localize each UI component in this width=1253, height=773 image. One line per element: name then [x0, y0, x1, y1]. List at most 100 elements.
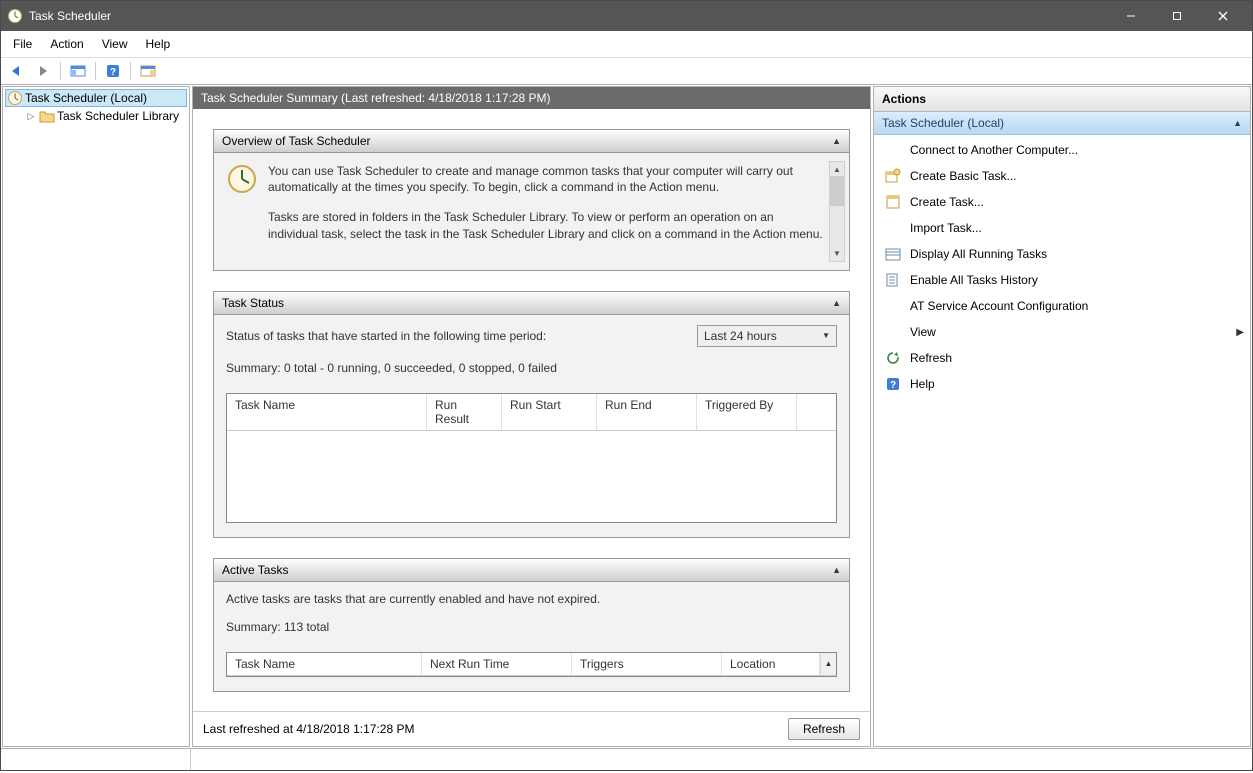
close-button[interactable] [1200, 1, 1246, 31]
folder-icon [39, 108, 55, 124]
menu-file[interactable]: File [5, 35, 40, 53]
menu-view[interactable]: View [94, 35, 136, 53]
status-segment [1, 749, 191, 770]
window-titlebar: Task Scheduler [1, 1, 1252, 31]
action-label: Enable All Tasks History [910, 273, 1038, 287]
help-button[interactable]: ? [101, 60, 125, 82]
active-tasks-prompt: Active tasks are tasks that are currentl… [226, 592, 837, 606]
active-tasks-panel: Active Tasks ▲ Active tasks are tasks th… [213, 558, 850, 692]
col-triggered-by[interactable]: Triggered By [697, 394, 797, 430]
time-period-value: Last 24 hours [704, 329, 777, 343]
overview-panel-header[interactable]: Overview of Task Scheduler ▲ [214, 130, 849, 153]
tree-child-node[interactable]: ▷ Task Scheduler Library [23, 107, 187, 125]
clock-icon [226, 163, 258, 256]
action-refresh[interactable]: Refresh [874, 345, 1250, 371]
summary-pane: Task Scheduler Summary (Last refreshed: … [192, 86, 871, 747]
action-help[interactable]: ? Help [874, 371, 1250, 397]
action-label: Connect to Another Computer... [910, 143, 1078, 157]
summary-footer: Last refreshed at 4/18/2018 1:17:28 PM R… [193, 711, 870, 746]
action-label: Display All Running Tasks [910, 247, 1047, 261]
clock-icon [7, 90, 23, 106]
col-triggers[interactable]: Triggers [572, 653, 722, 675]
svg-text:?: ? [110, 67, 116, 78]
scroll-down-icon[interactable]: ▼ [830, 247, 844, 261]
action-label: View [910, 325, 936, 339]
action-label: Help [910, 377, 935, 391]
col-next-run-time[interactable]: Next Run Time [422, 653, 572, 675]
task-status-header[interactable]: Task Status ▲ [214, 292, 849, 315]
task-status-grid[interactable]: Task Name Run Result Run Start Run End T… [226, 393, 837, 523]
overview-panel: Overview of Task Scheduler ▲ You can use… [213, 129, 850, 271]
col-run-start[interactable]: Run Start [502, 394, 597, 430]
action-label: Import Task... [910, 221, 982, 235]
actions-group-header[interactable]: Task Scheduler (Local) ▲ [874, 112, 1250, 135]
menu-action[interactable]: Action [42, 35, 91, 53]
maximize-button[interactable] [1154, 1, 1200, 31]
create-basic-task-icon [884, 167, 902, 185]
action-view[interactable]: • View ▶ [874, 319, 1250, 345]
app-icon [7, 8, 23, 24]
active-tasks-summary: Summary: 113 total [226, 620, 837, 634]
action-import-task[interactable]: • Import Task... [874, 215, 1250, 241]
tree-child-label: Task Scheduler Library [57, 109, 179, 123]
scroll-up-icon[interactable]: ▲ [830, 162, 844, 176]
overview-scrollbar[interactable]: ▲ ▼ [829, 161, 845, 262]
action-label: Create Task... [910, 195, 984, 209]
window-title: Task Scheduler [29, 9, 1108, 23]
task-status-panel: Task Status ▲ Status of tasks that have … [213, 291, 850, 538]
col-run-end[interactable]: Run End [597, 394, 697, 430]
show-hide-action-pane-button[interactable] [136, 60, 160, 82]
task-status-summary: Summary: 0 total - 0 running, 0 succeede… [226, 361, 837, 375]
summary-header: Task Scheduler Summary (Last refreshed: … [193, 87, 870, 109]
action-create-basic-task[interactable]: Create Basic Task... [874, 163, 1250, 189]
toolbar-separator [95, 62, 96, 80]
back-button[interactable] [5, 60, 29, 82]
submenu-arrow-icon: ▶ [1236, 327, 1244, 338]
task-status-prompt: Status of tasks that have started in the… [226, 329, 546, 343]
col-location[interactable]: Location [722, 653, 820, 675]
action-at-service-config[interactable]: • AT Service Account Configuration [874, 293, 1250, 319]
chevron-down-icon: ▼ [822, 331, 830, 340]
time-period-dropdown[interactable]: Last 24 hours ▼ [697, 325, 837, 347]
action-enable-tasks-history[interactable]: Enable All Tasks History [874, 267, 1250, 293]
active-tasks-header[interactable]: Active Tasks ▲ [214, 559, 849, 582]
task-status-title: Task Status [222, 296, 284, 310]
expander-icon[interactable]: ▷ [25, 110, 37, 122]
minimize-button[interactable] [1108, 1, 1154, 31]
collapse-icon: ▲ [832, 136, 841, 146]
action-label: Refresh [910, 351, 952, 365]
actions-pane-title: Actions [874, 87, 1250, 112]
scroll-up-icon[interactable]: ▲ [820, 653, 836, 675]
collapse-icon: ▲ [832, 565, 841, 575]
status-bar [1, 748, 1252, 770]
toolbar-separator [130, 62, 131, 80]
help-icon: ? [884, 375, 902, 393]
console-tree[interactable]: Task Scheduler (Local) ▷ Task Scheduler … [2, 86, 190, 747]
last-refreshed-label: Last refreshed at 4/18/2018 1:17:28 PM [203, 722, 414, 736]
active-tasks-grid[interactable]: Task Name Next Run Time Triggers Locatio… [226, 652, 837, 677]
col-task-name[interactable]: Task Name [227, 394, 427, 430]
menu-help[interactable]: Help [138, 35, 179, 53]
action-label: AT Service Account Configuration [910, 299, 1088, 313]
refresh-icon [884, 349, 902, 367]
col-run-result[interactable]: Run Result [427, 394, 502, 430]
action-create-task[interactable]: Create Task... [874, 189, 1250, 215]
actions-group-title: Task Scheduler (Local) [882, 116, 1004, 130]
tree-root-node[interactable]: Task Scheduler (Local) [5, 89, 187, 107]
forward-button[interactable] [31, 60, 55, 82]
collapse-icon: ▲ [832, 298, 841, 308]
scroll-thumb[interactable] [830, 176, 844, 206]
tree-root-label: Task Scheduler (Local) [25, 91, 147, 105]
summary-body[interactable]: Overview of Task Scheduler ▲ You can use… [193, 109, 870, 711]
show-hide-console-tree-button[interactable] [66, 60, 90, 82]
overview-title: Overview of Task Scheduler [222, 134, 371, 148]
action-connect-computer[interactable]: • Connect to Another Computer... [874, 137, 1250, 163]
refresh-button[interactable]: Refresh [788, 718, 860, 740]
toolbar: ? [1, 58, 1252, 85]
overview-paragraph-1: You can use Task Scheduler to create and… [268, 163, 825, 195]
menu-bar: File Action View Help [1, 31, 1252, 58]
action-display-running-tasks[interactable]: Display All Running Tasks [874, 241, 1250, 267]
col-task-name[interactable]: Task Name [227, 653, 422, 675]
svg-text:?: ? [890, 380, 896, 391]
history-icon [884, 271, 902, 289]
